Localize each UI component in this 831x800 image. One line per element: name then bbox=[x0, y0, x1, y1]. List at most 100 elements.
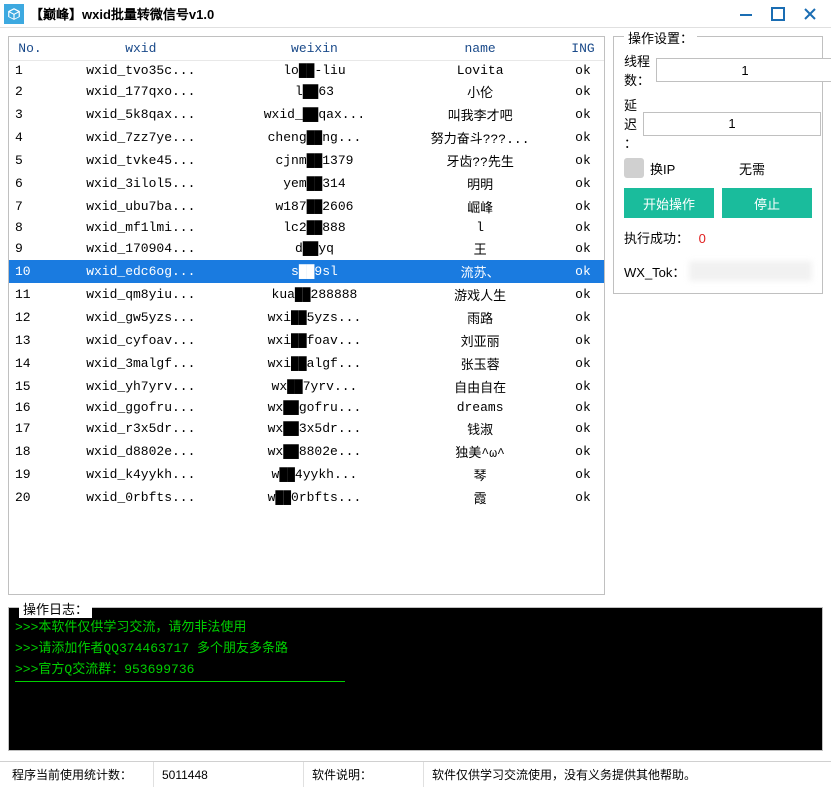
cell-weixin: wx██gofru... bbox=[231, 398, 399, 417]
cell-no: 9 bbox=[9, 237, 51, 260]
table-row[interactable]: 18wxid_d8802e...wx██8802e...独美^ω^ok bbox=[9, 440, 604, 463]
log-line: >>>官方Q交流群：953699736 bbox=[15, 658, 816, 677]
cell-weixin: cheng██ng... bbox=[231, 126, 399, 149]
cell-ing: ok bbox=[562, 375, 604, 398]
cell-name: 游戏人生 bbox=[398, 283, 562, 306]
cell-weixin: d██yq bbox=[231, 237, 399, 260]
cell-ing: ok bbox=[562, 80, 604, 103]
cell-wxid: wxid_7zz7ye... bbox=[51, 126, 231, 149]
close-button[interactable] bbox=[801, 5, 819, 23]
table-row[interactable]: 8wxid_mf1lmi...lc2██888lok bbox=[9, 218, 604, 237]
cell-name: 叫我李才吧 bbox=[398, 103, 562, 126]
stop-button[interactable]: 停止 bbox=[722, 188, 812, 218]
maximize-button[interactable] bbox=[769, 5, 787, 23]
cell-wxid: wxid_3malgf... bbox=[51, 352, 231, 375]
cell-ing: ok bbox=[562, 260, 604, 283]
table-row[interactable]: 17wxid_r3x5dr...wx██3x5dr...钱淑ok bbox=[9, 417, 604, 440]
cell-wxid: wxid_3ilol5... bbox=[51, 172, 231, 195]
cell-weixin: wxi██5yzs... bbox=[231, 306, 399, 329]
threads-input[interactable] bbox=[656, 58, 831, 82]
table-row[interactable]: 1wxid_tvo35c...lo██-liuLovitaok bbox=[9, 61, 604, 81]
cell-name: 努力奋斗???... bbox=[398, 126, 562, 149]
table-row[interactable]: 6wxid_3ilol5...yem██314明明ok bbox=[9, 172, 604, 195]
threads-label: 线程数： bbox=[624, 51, 650, 89]
table-row[interactable]: 2wxid_177qxo...l██63小伦ok bbox=[9, 80, 604, 103]
cell-name: 牙齿??先生 bbox=[398, 149, 562, 172]
cell-wxid: wxid_qm8yiu... bbox=[51, 283, 231, 306]
table-row[interactable]: 4wxid_7zz7ye...cheng██ng...努力奋斗???...ok bbox=[9, 126, 604, 149]
cell-name: 琴 bbox=[398, 463, 562, 486]
table-row[interactable]: 5wxid_tvke45...cjnm██1379牙齿??先生ok bbox=[9, 149, 604, 172]
wx-tok-value bbox=[689, 261, 812, 281]
cell-no: 3 bbox=[9, 103, 51, 126]
cell-name: 自由自在 bbox=[398, 375, 562, 398]
table-row[interactable]: 19wxid_k4yykh...w██4yykh...琴ok bbox=[9, 463, 604, 486]
table-row[interactable]: 20wxid_0rbfts...w██0rbfts...霞ok bbox=[9, 486, 604, 509]
table-row[interactable]: 14wxid_3malgf...wxi██algf...张玉蓉ok bbox=[9, 352, 604, 375]
table-row[interactable]: 16wxid_ggofru...wx██gofru...dreamsok bbox=[9, 398, 604, 417]
table-row[interactable]: 9wxid_170904...d██yq王ok bbox=[9, 237, 604, 260]
data-table: No. wxid weixin name ING 1wxid_tvo35c...… bbox=[9, 37, 604, 509]
cell-no: 5 bbox=[9, 149, 51, 172]
table-row[interactable]: 13wxid_cyfoav...wxi██foav...刘亚丽ok bbox=[9, 329, 604, 352]
cell-name: 雨路 bbox=[398, 306, 562, 329]
cell-no: 20 bbox=[9, 486, 51, 509]
table-row[interactable]: 12wxid_gw5yzs...wxi██5yzs...雨路ok bbox=[9, 306, 604, 329]
cell-weixin: lc2██888 bbox=[231, 218, 399, 237]
cell-wxid: wxid_ggofru... bbox=[51, 398, 231, 417]
cell-wxid: wxid_r3x5dr... bbox=[51, 417, 231, 440]
table-row[interactable]: 7wxid_ubu7ba...w187██2606崛峰ok bbox=[9, 195, 604, 218]
cell-no: 8 bbox=[9, 218, 51, 237]
cell-ing: ok bbox=[562, 352, 604, 375]
cell-ing: ok bbox=[562, 329, 604, 352]
cell-no: 11 bbox=[9, 283, 51, 306]
log-body[interactable]: >>>本软件仅供学习交流，请勿非法使用 >>>请添加作者QQ374463717 多… bbox=[9, 608, 822, 750]
minimize-button[interactable] bbox=[737, 5, 755, 23]
cell-weixin: wx██8802e... bbox=[231, 440, 399, 463]
cell-weixin: wx██7yrv... bbox=[231, 375, 399, 398]
ip-toggle[interactable] bbox=[624, 158, 644, 178]
window-title: 【巅峰】wxid批量转微信号v1.0 bbox=[30, 4, 737, 23]
cell-weixin: w187██2606 bbox=[231, 195, 399, 218]
cell-no: 1 bbox=[9, 61, 51, 81]
cell-weixin: lo██-liu bbox=[231, 61, 399, 81]
col-ing[interactable]: ING bbox=[562, 37, 604, 61]
delay-input[interactable] bbox=[643, 112, 821, 136]
cell-no: 2 bbox=[9, 80, 51, 103]
cell-weixin: wxid_██qax... bbox=[231, 103, 399, 126]
cell-wxid: wxid_yh7yrv... bbox=[51, 375, 231, 398]
table-row[interactable]: 11wxid_qm8yiu...kua██288888游戏人生ok bbox=[9, 283, 604, 306]
table-row[interactable]: 10wxid_edc6og...s██9sl流苏、ok bbox=[9, 260, 604, 283]
log-line: >>>本软件仅供学习交流，请勿非法使用 bbox=[15, 616, 816, 635]
cell-ing: ok bbox=[562, 463, 604, 486]
data-table-panel[interactable]: No. wxid weixin name ING 1wxid_tvo35c...… bbox=[8, 36, 605, 595]
app-icon bbox=[4, 4, 24, 24]
col-no[interactable]: No. bbox=[9, 37, 51, 61]
table-row[interactable]: 3wxid_5k8qax...wxid_██qax...叫我李才吧ok bbox=[9, 103, 604, 126]
desc-value: 软件仅供学习交流使用，没有义务提供其他帮助。 bbox=[424, 762, 827, 787]
cell-no: 6 bbox=[9, 172, 51, 195]
cell-no: 7 bbox=[9, 195, 51, 218]
col-wxid[interactable]: wxid bbox=[51, 37, 231, 61]
exec-label: 执行成功： bbox=[624, 231, 689, 246]
cell-wxid: wxid_ubu7ba... bbox=[51, 195, 231, 218]
table-row[interactable]: 15wxid_yh7yrv...wx██7yrv...自由自在ok bbox=[9, 375, 604, 398]
cell-name: dreams bbox=[398, 398, 562, 417]
cell-no: 19 bbox=[9, 463, 51, 486]
col-weixin[interactable]: weixin bbox=[231, 37, 399, 61]
start-button[interactable]: 开始操作 bbox=[624, 188, 714, 218]
cell-no: 4 bbox=[9, 126, 51, 149]
cell-name: 王 bbox=[398, 237, 562, 260]
log-legend: 操作日志： bbox=[19, 599, 92, 618]
cell-ing: ok bbox=[562, 195, 604, 218]
cell-weixin: kua██288888 bbox=[231, 283, 399, 306]
cell-wxid: wxid_5k8qax... bbox=[51, 103, 231, 126]
col-name[interactable]: name bbox=[398, 37, 562, 61]
cell-wxid: wxid_tvo35c... bbox=[51, 61, 231, 81]
log-line: >>>请添加作者QQ374463717 多个朋友多条路 bbox=[15, 637, 816, 656]
cell-wxid: wxid_cyfoav... bbox=[51, 329, 231, 352]
cell-no: 10 bbox=[9, 260, 51, 283]
cell-ing: ok bbox=[562, 172, 604, 195]
statusbar: 程序当前使用统计数： 5011448 软件说明： 软件仅供学习交流使用，没有义务… bbox=[0, 761, 831, 787]
cell-ing: ok bbox=[562, 149, 604, 172]
